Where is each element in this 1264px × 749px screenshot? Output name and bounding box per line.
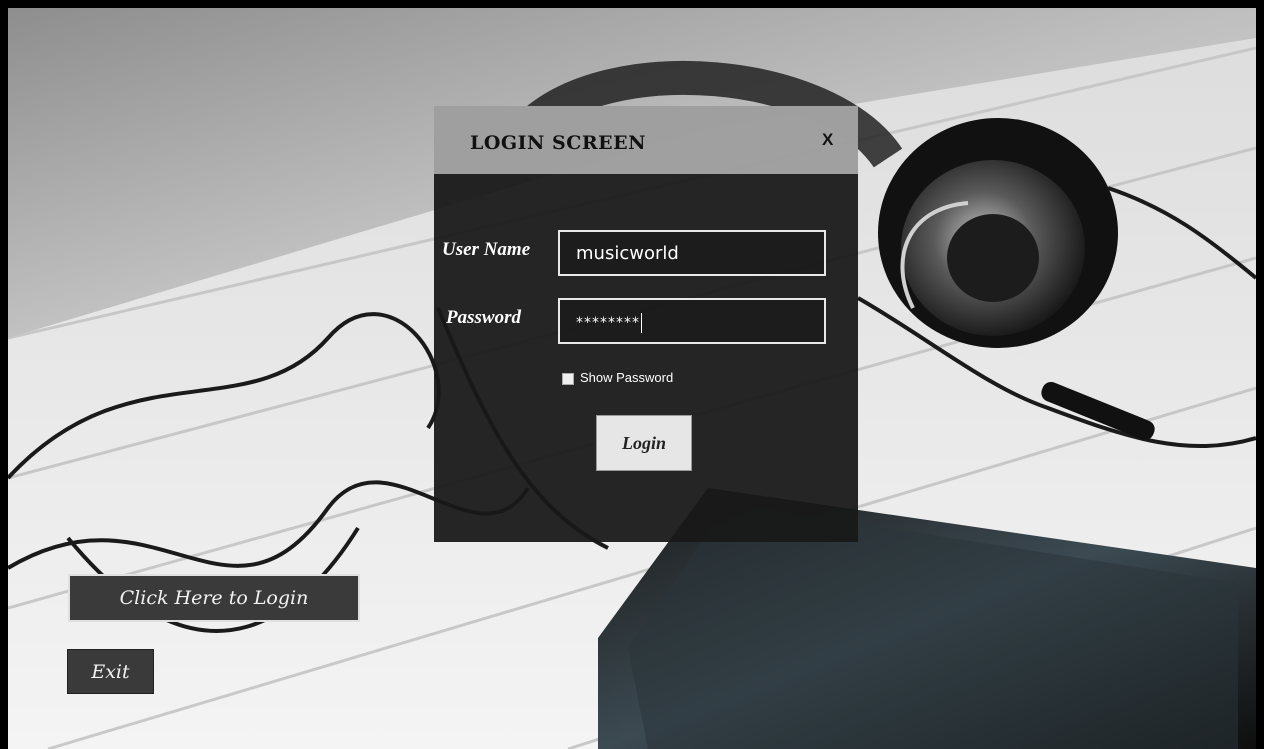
username-input[interactable]: musicworld bbox=[558, 230, 826, 276]
username-value: musicworld bbox=[576, 243, 679, 264]
close-button[interactable]: X bbox=[822, 130, 833, 150]
login-button[interactable]: Login bbox=[596, 415, 692, 471]
dialog-header: LOGIN SCREEN X bbox=[434, 106, 858, 174]
password-input[interactable]: ******** bbox=[558, 298, 826, 344]
password-value: ******** bbox=[576, 313, 642, 333]
exit-button[interactable]: Exit bbox=[67, 649, 154, 694]
show-password-label[interactable]: Show Password bbox=[580, 370, 673, 385]
text-caret bbox=[641, 313, 642, 333]
click-here-to-login-button[interactable]: Click Here to Login bbox=[68, 574, 360, 622]
dialog-title: LOGIN SCREEN bbox=[470, 132, 646, 154]
app-window: LOGIN SCREEN X User Name musicworld Pass… bbox=[8, 8, 1256, 749]
password-label: Password bbox=[446, 307, 521, 328]
show-password-checkbox[interactable] bbox=[562, 373, 574, 385]
login-dialog: LOGIN SCREEN X User Name musicworld Pass… bbox=[434, 106, 858, 542]
username-label: User Name bbox=[442, 239, 531, 260]
